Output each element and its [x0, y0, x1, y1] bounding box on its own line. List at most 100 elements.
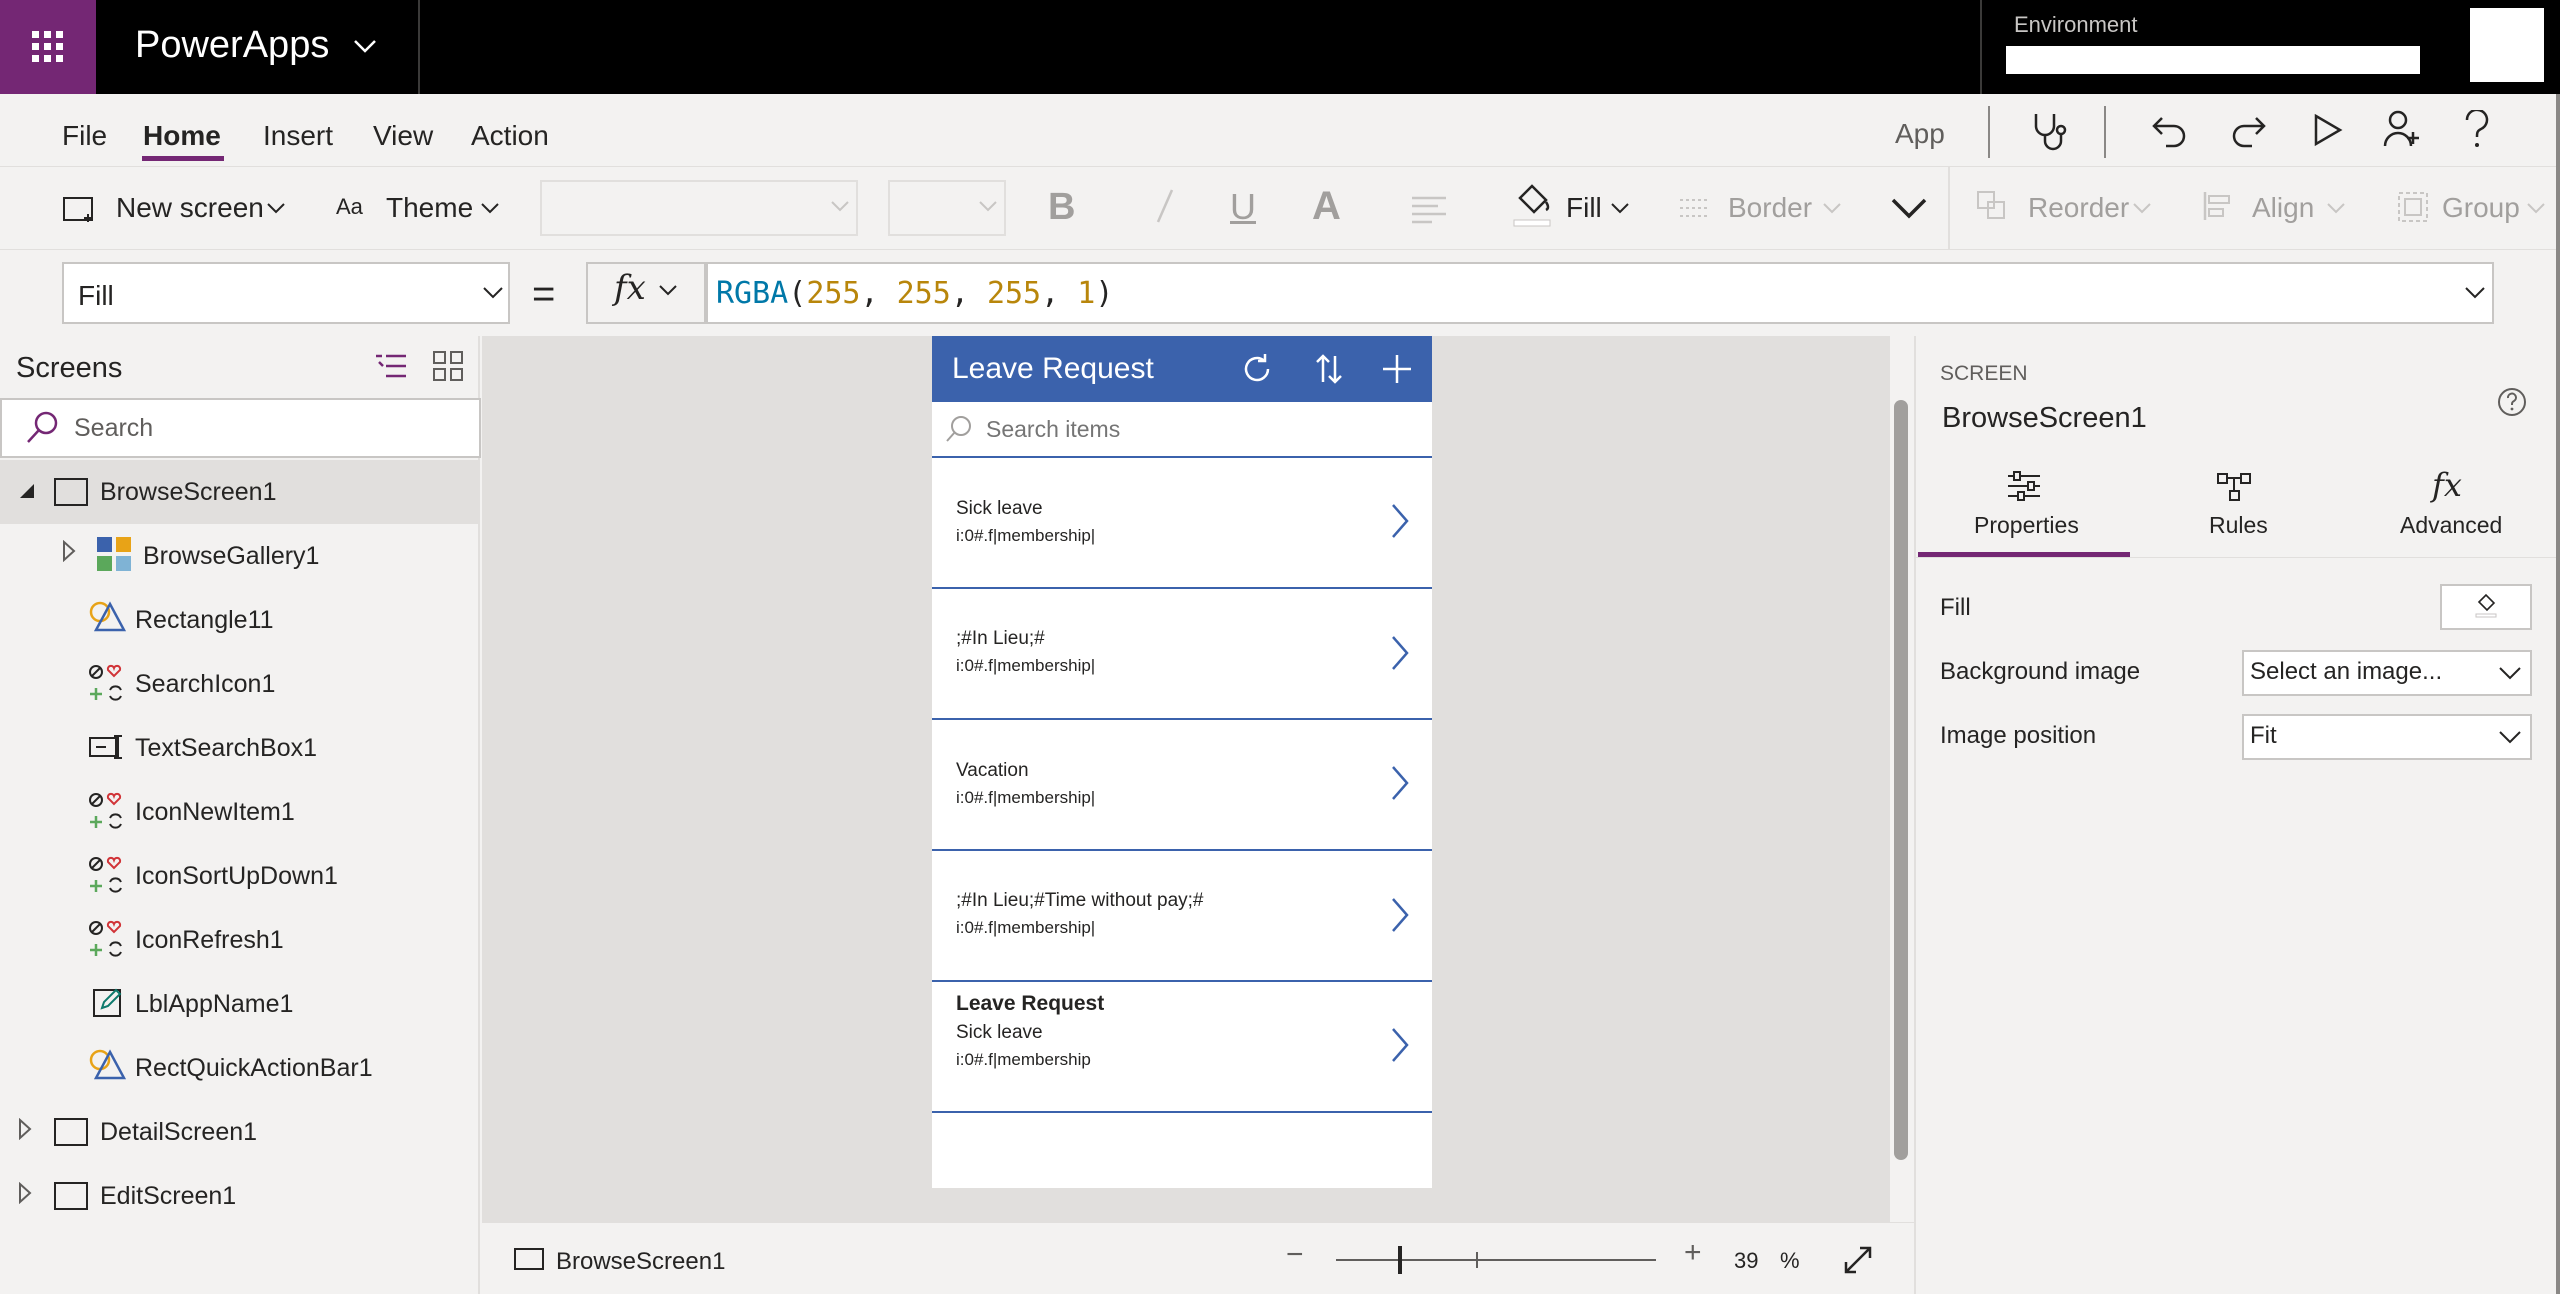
menu-file[interactable]: File — [62, 120, 107, 152]
align-button[interactable]: Align — [2252, 192, 2314, 224]
menu-home[interactable]: Home — [143, 120, 221, 152]
tree-item-detailscreen1[interactable]: DetailScreen1 — [100, 1118, 257, 1147]
tree-item-label[interactable]: SearchIcon1 — [135, 670, 275, 699]
fit-to-window-icon[interactable] — [1842, 1244, 1874, 1276]
app-title[interactable]: PowerApps — [135, 24, 329, 67]
expand-triangle-icon[interactable] — [62, 540, 76, 562]
image-position-label: Image position — [1940, 722, 2097, 749]
refresh-icon[interactable] — [1240, 352, 1274, 386]
new-screen-icon[interactable] — [62, 194, 98, 224]
search-items-input[interactable]: Search items — [986, 416, 1120, 443]
chevron-down-icon[interactable] — [1610, 202, 1630, 216]
reorder-icon[interactable] — [1976, 190, 2008, 222]
menu-insert[interactable]: Insert — [263, 120, 333, 152]
menu-view[interactable]: View — [373, 120, 433, 152]
gallery-item[interactable] — [932, 589, 1432, 720]
zoom-out-button[interactable]: − — [1286, 1238, 1304, 1272]
font-family-dropdown[interactable] — [540, 180, 858, 236]
image-position-dropdown[interactable] — [2242, 714, 2532, 760]
gallery-item[interactable] — [932, 458, 1432, 589]
align-icon[interactable] — [2202, 190, 2234, 222]
tree-item-editscreen1[interactable]: EditScreen1 — [100, 1182, 236, 1211]
help-icon[interactable] — [2496, 386, 2528, 418]
app-settings-button[interactable]: App — [1895, 118, 1945, 150]
advanced-tab-icon[interactable]: fx — [2432, 466, 2462, 504]
chevron-down-icon[interactable] — [2498, 666, 2522, 680]
chevron-right-icon[interactable] — [1390, 764, 1410, 802]
chevron-right-icon[interactable] — [1390, 896, 1410, 934]
app-header-title[interactable]: Leave Request — [952, 352, 1154, 386]
thumbnail-view-icon[interactable] — [432, 350, 464, 382]
tree-item-label[interactable]: IconRefresh1 — [135, 926, 284, 955]
fill-button[interactable]: Fill — [1566, 192, 1602, 224]
new-screen-button[interactable]: New screen — [116, 192, 264, 224]
tree-search-input[interactable] — [0, 398, 481, 458]
italic-icon[interactable] — [1154, 186, 1176, 226]
group-button[interactable]: Group — [2442, 192, 2520, 224]
add-icon[interactable] — [1380, 352, 1414, 386]
chevron-right-icon[interactable] — [1390, 1026, 1410, 1064]
zoom-value: 39 — [1734, 1248, 1759, 1273]
avatar[interactable] — [2470, 8, 2544, 82]
bold-icon[interactable]: B — [1048, 186, 1075, 229]
chevron-down-icon[interactable] — [2526, 202, 2546, 216]
expand-triangle-icon[interactable] — [18, 1182, 32, 1204]
chevron-right-icon[interactable] — [1390, 634, 1410, 672]
gallery-item[interactable] — [932, 851, 1432, 982]
chevron-down-icon[interactable] — [480, 202, 500, 216]
text-align-icon[interactable] — [1410, 194, 1458, 224]
tree-item-label[interactable]: IconSortUpDown1 — [135, 862, 338, 891]
play-icon[interactable] — [2310, 112, 2344, 148]
tree-item-label[interactable]: IconNewItem1 — [135, 798, 295, 827]
zoom-slider-track[interactable] — [1336, 1259, 1656, 1261]
fill-bucket-icon[interactable] — [1512, 180, 1552, 228]
tree-item-label[interactable]: LblAppName1 — [135, 990, 293, 1019]
canvas-scrollbar-thumb[interactable] — [1894, 400, 1908, 1160]
chevron-down-icon[interactable] — [2498, 730, 2522, 744]
app-launcher-icon[interactable] — [0, 0, 96, 94]
expand-triangle-icon[interactable] — [18, 1118, 32, 1140]
chevron-down-icon[interactable] — [1822, 202, 1842, 216]
list-view-icon[interactable] — [374, 352, 408, 382]
help-icon[interactable] — [2462, 110, 2492, 150]
zoom-slider-thumb[interactable] — [1398, 1246, 1402, 1274]
group-icon[interactable] — [2396, 190, 2430, 224]
zoom-in-button[interactable]: + — [1684, 1236, 1702, 1270]
tree-item-label[interactable]: TextSearchBox1 — [135, 734, 317, 763]
expand-formula-chevron-icon[interactable] — [2464, 286, 2486, 300]
sort-icon[interactable] — [1314, 352, 1344, 386]
environment-value[interactable] — [2006, 46, 2420, 74]
font-color-icon[interactable]: A — [1312, 184, 1341, 229]
tree-item-label[interactable]: RectQuickActionBar1 — [135, 1054, 373, 1083]
tab-advanced[interactable]: Advanced — [2400, 512, 2502, 539]
chevron-down-icon[interactable] — [658, 284, 678, 298]
redo-icon[interactable] — [2228, 110, 2268, 150]
tree-item-label[interactable]: Rectangle11 — [135, 606, 274, 635]
property-dropdown[interactable] — [62, 262, 510, 324]
more-ribbon-chevron-icon[interactable] — [1890, 196, 1928, 220]
underline-icon[interactable]: U — [1230, 186, 1256, 228]
reorder-button[interactable]: Reorder — [2028, 192, 2129, 224]
tab-properties[interactable]: Properties — [1974, 512, 2079, 539]
chevron-down-icon[interactable] — [482, 286, 504, 300]
chevron-right-icon[interactable] — [1390, 502, 1410, 540]
chevron-down-icon[interactable] — [352, 38, 378, 54]
chevron-down-icon[interactable] — [2132, 202, 2152, 216]
tab-rules[interactable]: Rules — [2209, 512, 2268, 539]
chevron-down-icon[interactable] — [2326, 202, 2346, 216]
fx-button[interactable] — [586, 262, 706, 324]
user-add-icon[interactable] — [2382, 108, 2422, 148]
stethoscope-icon[interactable] — [2028, 110, 2068, 154]
rules-tab-icon[interactable] — [2216, 472, 2252, 502]
menu-action[interactable]: Action — [471, 120, 549, 152]
collapse-triangle-icon[interactable] — [18, 482, 36, 500]
theme-icon[interactable]: Aa — [336, 194, 363, 220]
theme-button[interactable]: Theme — [386, 192, 473, 224]
chevron-down-icon[interactable] — [266, 202, 286, 216]
gallery-item[interactable] — [932, 720, 1432, 851]
undo-icon[interactable] — [2150, 110, 2190, 150]
border-icon[interactable] — [1678, 196, 1710, 222]
tree-item-label[interactable]: BrowseGallery1 — [143, 542, 319, 571]
border-button[interactable]: Border — [1728, 192, 1812, 224]
properties-tab-icon[interactable] — [2006, 470, 2042, 502]
